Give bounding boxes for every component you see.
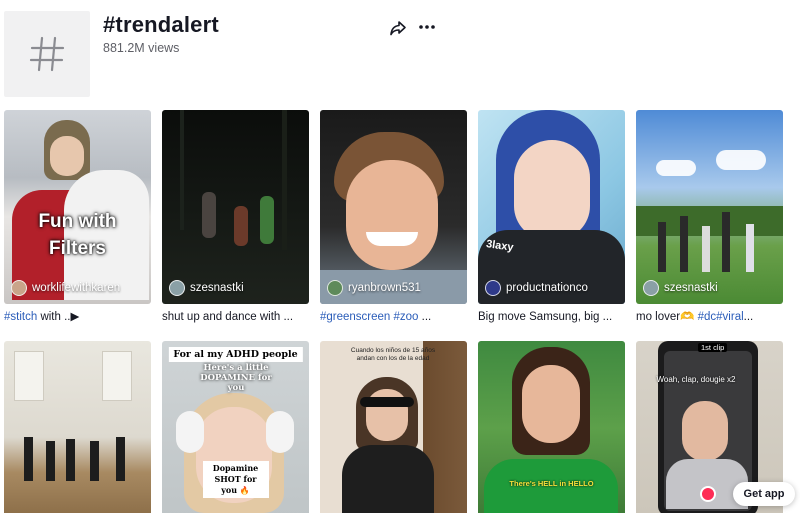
video-card[interactable]: Cuando los niños de 15 años andan con lo…: [320, 341, 467, 513]
video-caption: #greenscreen #zoo ...: [320, 304, 467, 341]
video-card[interactable]: ryanbrown531 #greenscreen #zoo ...: [320, 110, 467, 341]
video-card[interactable]: [4, 341, 151, 513]
video-thumbnail[interactable]: 3laxy productnationco: [478, 110, 625, 304]
video-thumbnail[interactable]: Fun with Filters worklifewithkaren: [4, 110, 151, 304]
video-thumbnail[interactable]: There's HELL in HELLO: [478, 341, 625, 513]
share-icon: [390, 21, 406, 36]
share-button[interactable]: [389, 19, 407, 37]
video-author: productnationco: [485, 280, 588, 296]
video-thumbnail[interactable]: [4, 341, 151, 513]
video-author: szesnastki: [169, 280, 244, 296]
video-overlay-text: Cuando los niños de 15 años andan con lo…: [350, 347, 436, 362]
video-thumbnail[interactable]: For al my ADHD people Here's a little DO…: [162, 341, 309, 513]
video-card[interactable]: 3laxy productnationco Big move Samsung, …: [478, 110, 625, 341]
caption-text: shut up and dance with ...: [162, 311, 294, 323]
page-title: #trendalert: [103, 12, 219, 37]
video-card[interactable]: There's HELL in HELLO: [478, 341, 625, 513]
more-horizontal-icon: [419, 25, 435, 29]
video-card[interactable]: szesnastki shut up and dance with ...: [162, 110, 309, 341]
caption-text: ...: [743, 311, 754, 323]
hashtag-link[interactable]: #stitch: [4, 311, 37, 323]
video-caption: shut up and dance with ...: [162, 304, 309, 341]
video-author: worklifewithkaren: [11, 280, 120, 296]
caption-text: ...: [418, 311, 432, 323]
author-name: worklifewithkaren: [32, 282, 121, 294]
hashtag-link[interactable]: #greenscreen #zoo: [320, 311, 418, 323]
video-thumbnail[interactable]: szesnastki: [162, 110, 309, 304]
caption-text: mo lover🫶: [636, 311, 698, 323]
author-name: szesnastki: [190, 282, 244, 294]
avatar: [11, 280, 27, 296]
video-card[interactable]: For al my ADHD people Here's a little DO…: [162, 341, 309, 513]
video-card[interactable]: szesnastki mo lover🫶 #dc#viral...: [636, 110, 783, 341]
caption-text: with ..▶: [37, 311, 80, 323]
video-card[interactable]: Fun with Filters worklifewithkaren #stit…: [4, 110, 151, 341]
hashtag-avatar: [4, 11, 90, 97]
video-overlay-text: Dopamine SHOT for you 🔥: [202, 461, 269, 498]
video-thumbnail[interactable]: szesnastki: [636, 110, 783, 304]
view-count: 881.2M views: [103, 41, 180, 55]
more-options-button[interactable]: [418, 18, 436, 36]
hashtag-link[interactable]: #dc#viral: [698, 311, 744, 323]
video-grid: Fun with Filters worklifewithkaren #stit…: [4, 110, 794, 513]
video-overlay-text: There's HELL in HELLO: [509, 479, 594, 488]
video-overlay-text: Woah, clap, dougie x2: [656, 375, 736, 384]
video-caption: #stitch with ..▶: [4, 304, 151, 341]
video-author: szesnastki: [643, 280, 718, 296]
video-overlay-text: 1st clip: [698, 343, 728, 352]
caption-text: Big move Samsung, big ...: [478, 311, 613, 323]
video-overlay-text: Here's a little DOPAMINE for you: [200, 363, 272, 393]
avatar: [169, 280, 185, 296]
video-caption: Big move Samsung, big ...: [478, 304, 625, 341]
video-overlay-text: For al my ADHD people: [168, 347, 303, 362]
video-caption: mo lover🫶 #dc#viral...: [636, 304, 783, 341]
get-app-button[interactable]: Get app: [733, 482, 795, 506]
author-name: ryanbrown531: [348, 282, 421, 294]
video-overlay-text: Fun with Filters: [38, 211, 117, 259]
hashtag-icon: [29, 36, 65, 72]
author-name: szesnastki: [664, 282, 718, 294]
video-author: ryanbrown531: [327, 280, 421, 296]
author-name: productnationco: [506, 282, 588, 294]
video-thumbnail[interactable]: ryanbrown531: [320, 110, 467, 304]
video-thumbnail[interactable]: Cuando los niños de 15 años andan con lo…: [320, 341, 467, 513]
avatar: [485, 280, 501, 296]
avatar: [327, 280, 343, 296]
avatar: [643, 280, 659, 296]
